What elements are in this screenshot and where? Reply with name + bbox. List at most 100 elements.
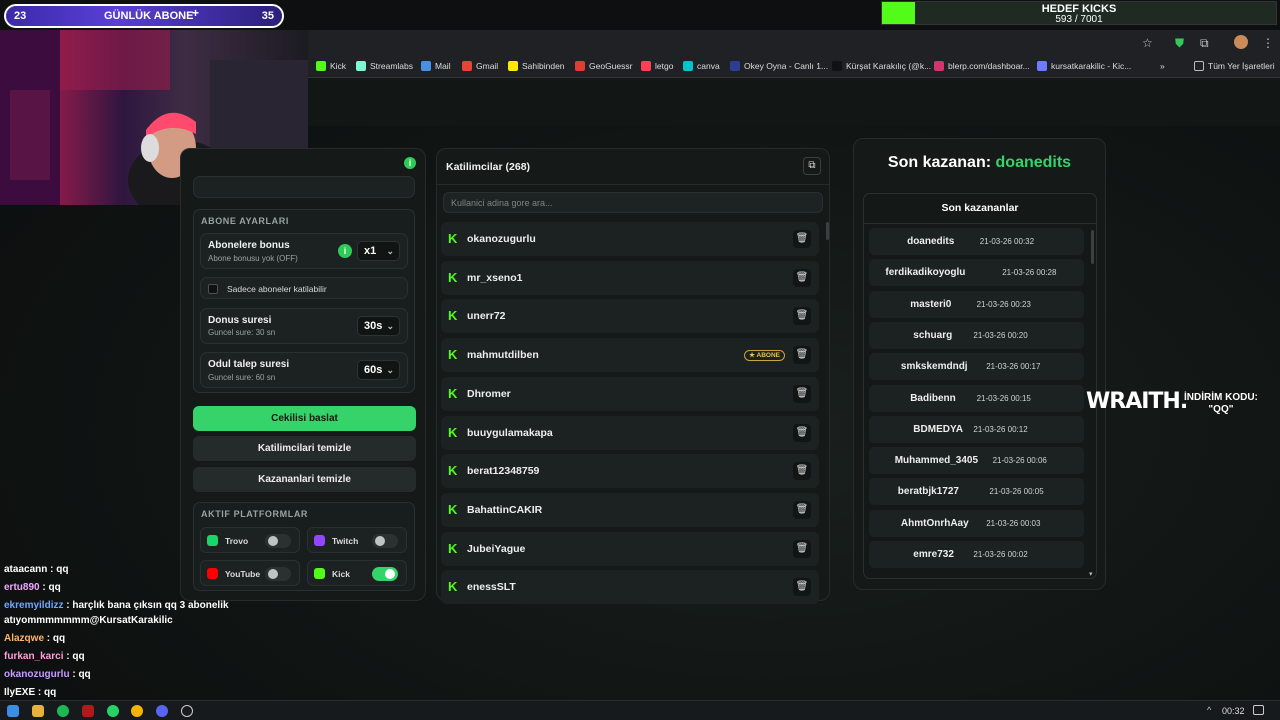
stream-frame: 23 GÜNLÜK ABONE + 35 HEDEF KICKS 593 / 7… (0, 0, 1280, 720)
whatsapp-icon[interactable] (107, 705, 119, 717)
bookmark-favicon-icon (730, 61, 740, 71)
chrome-icon[interactable] (131, 705, 143, 717)
discord-icon[interactable] (156, 705, 168, 717)
bonus-multiplier-select[interactable]: x1 ⌄ (357, 241, 400, 261)
chat-text: : harçlık bana çıksın qq 3 abonelik (63, 600, 229, 611)
trovo-icon (207, 535, 218, 546)
sub-count-goal: 35 (261, 10, 274, 22)
delete-icon[interactable]: 🗑 (793, 384, 811, 403)
chat-message: furkan_karci : qq (4, 651, 85, 662)
winner-row: beratbjk1727 21-03-26 00:05 (869, 478, 1084, 506)
shield-icon[interactable]: ⛊ (1175, 36, 1184, 51)
bookmark-label: Mail (435, 61, 451, 71)
only-subs-checkbox[interactable] (208, 284, 218, 294)
subscriber-badge: ★ ABONE (744, 350, 785, 362)
platform-trovo: Trovo (200, 527, 300, 553)
clear-participants-button[interactable]: Katilimcilari temizle (193, 436, 416, 461)
platform-toggle[interactable] (372, 534, 398, 548)
kick-icon: K (448, 308, 458, 324)
last-winner-prefix: Son kazanan: (887, 154, 992, 171)
bookmark-item[interactable]: canva (683, 61, 720, 71)
bookmark-item[interactable]: Kürşat Karakılıç (@k... (832, 61, 931, 71)
scroll-down-icon[interactable]: ▾ (1089, 570, 1093, 578)
delete-icon[interactable]: 🗑 (793, 539, 811, 558)
bookmark-favicon-icon (508, 61, 518, 71)
delete-icon[interactable]: 🗑 (793, 268, 811, 287)
winner-name: ferdikadikoyoglu (885, 267, 966, 279)
platform-label: Kick (332, 569, 350, 579)
winners-scrollbar[interactable] (1091, 230, 1094, 264)
sub-bonus-title: Abonelere bonus (208, 240, 290, 251)
bookmark-item[interactable]: Mail (421, 61, 451, 71)
menu-icon[interactable]: ⋮ (1262, 36, 1274, 50)
bookmark-item[interactable]: Sahibinden (508, 61, 565, 71)
start-icon[interactable] (7, 705, 19, 717)
winner-date: 21-03-26 00:05 (989, 487, 1044, 497)
bookmark-favicon-icon (683, 61, 693, 71)
bonus-info-icon[interactable]: i (338, 244, 352, 258)
delete-icon[interactable]: 🗑 (793, 346, 811, 365)
chat-text: : qq (47, 564, 69, 575)
bookmark-item[interactable]: blerp.com/dashboar... (934, 61, 1030, 71)
bookmark-item[interactable]: GeoGuessr (575, 61, 632, 71)
delete-icon[interactable]: 🗑 (793, 230, 811, 248)
chat-username: IlyEXE (4, 687, 36, 698)
turn-time-select[interactable]: 30s ⌄ (357, 316, 400, 336)
all-bookmarks-label: Tüm Yer İşaretleri (1208, 61, 1275, 71)
delete-icon[interactable]: 🗑 (793, 307, 811, 326)
app-icon[interactable] (82, 705, 94, 717)
participants-scrollbar[interactable] (826, 222, 829, 240)
settings-top-field[interactable] (193, 176, 415, 198)
last-winner-name: doanedits (995, 154, 1072, 171)
bookmark-favicon-icon (832, 61, 842, 71)
platform-toggle[interactable] (372, 567, 398, 581)
sub-settings-title: ABONE AYARLARI (201, 216, 289, 226)
profile-avatar[interactable] (1234, 35, 1248, 49)
winner-date: 21-03-26 00:03 (986, 518, 1041, 528)
platform-toggle[interactable] (265, 567, 291, 581)
last-winner-heading: Son kazanan: doanedits (853, 154, 1106, 172)
bookmark-item[interactable]: Okey Oyna - Canlı 1... (730, 61, 828, 71)
tray-chevron-icon[interactable]: ^ (1207, 705, 1211, 715)
spotify-icon[interactable] (57, 705, 69, 717)
delete-icon[interactable]: 🗑 (793, 578, 811, 597)
windows-taskbar: ^ 00:32 (0, 700, 1280, 720)
copy-icon[interactable]: ⧉ (803, 157, 821, 175)
delete-icon[interactable]: 🗑 (793, 423, 811, 442)
delete-icon[interactable]: 🗑 (793, 462, 811, 481)
bookmark-item[interactable]: Streamlabs (356, 61, 413, 71)
bookmark-item[interactable]: Kick (316, 61, 346, 71)
participant-row: K BahattinCAKIR 🗑 (441, 492, 819, 527)
participant-search-input[interactable]: Kullanici adina gore ara... (443, 192, 823, 213)
bookmark-label: kursatkarakilic - Kic... (1051, 61, 1132, 71)
platform-toggle[interactable] (265, 534, 291, 548)
participant-row: Kokanozugurlu 🗑 (441, 222, 819, 256)
winner-name: masteri0 (910, 298, 952, 310)
daily-sub-counter: 23 GÜNLÜK ABONE + 35 (4, 4, 284, 28)
toggle-knob (268, 569, 278, 579)
file-explorer-icon[interactable] (32, 705, 44, 717)
clock[interactable]: 00:32 (1222, 706, 1245, 716)
winner-date: 21-03-26 00:02 (973, 550, 1028, 559)
participant-name: enessSLT (467, 581, 516, 594)
bookmark-item[interactable]: kursatkarakilic - Kic... (1037, 61, 1131, 71)
claim-time-select[interactable]: 60s ⌄ (357, 360, 400, 380)
kick-icon (314, 568, 325, 579)
more-bookmarks-icon[interactable]: » (1160, 61, 1165, 71)
info-icon[interactable]: i (404, 157, 416, 169)
start-giveaway-button[interactable]: Cekilisi baslat (193, 406, 416, 431)
all-bookmarks[interactable]: Tüm Yer İşaretleri (1194, 61, 1275, 71)
goal-progress: 593 / 7001 (1055, 14, 1103, 25)
platform-youtube: YouTube (200, 560, 300, 586)
obs-icon[interactable] (181, 705, 193, 717)
star-icon[interactable]: ☆ (1142, 36, 1153, 50)
notifications-icon[interactable] (1253, 705, 1264, 715)
bookmark-item[interactable]: letgo (641, 61, 673, 71)
clear-winners-button[interactable]: Kazananlari temizle (193, 467, 416, 492)
bookmark-item[interactable]: Gmail (462, 61, 498, 71)
kick-icon: K (448, 347, 458, 363)
turn-time-title: Donus suresi (208, 315, 272, 326)
extensions-icon[interactable]: ⧉ (1200, 36, 1209, 51)
delete-icon[interactable]: 🗑 (793, 500, 811, 519)
kick-icon: K (448, 463, 458, 479)
